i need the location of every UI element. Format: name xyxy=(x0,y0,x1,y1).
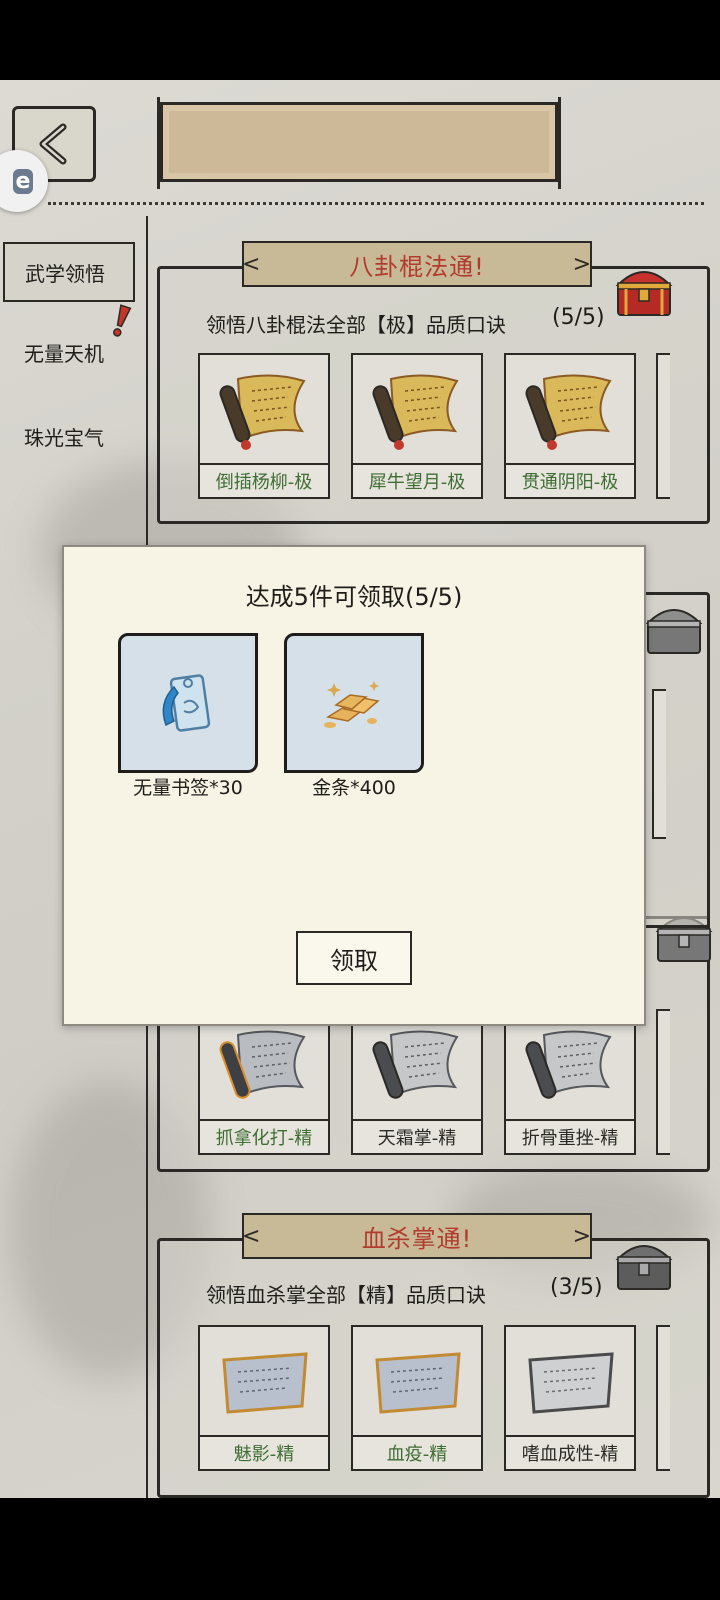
reward-claim-dialog: 达成5件可领取(5/5) 无量书签*30 金条*400 领取 xyxy=(62,545,646,1026)
reward-item-partial xyxy=(652,689,666,839)
grey-scroll-icon xyxy=(525,1030,612,1099)
grey-scroll-icon xyxy=(372,1030,459,1099)
sidebar-item-infinite-secrets[interactable]: 无量天机 xyxy=(0,322,140,382)
reward-item-label: 折骨重挫-精 xyxy=(506,1119,634,1153)
reward-slot[interactable] xyxy=(284,633,424,773)
header-divider xyxy=(48,202,704,205)
reward-name: 金条*400 xyxy=(312,777,396,799)
golden-scroll-icon xyxy=(219,374,306,450)
reward-name: 无量书签*30 xyxy=(133,777,243,799)
reward-item-partial xyxy=(656,1009,670,1155)
reward-item-card[interactable]: 天霜掌-精 xyxy=(351,1009,483,1155)
grey-treasure-chest-icon[interactable] xyxy=(642,599,706,657)
card-title: 血杀掌通! xyxy=(361,1224,473,1253)
title-banner xyxy=(157,97,561,189)
card-description: 领悟血杀掌全部【精】品质口诀 xyxy=(206,1283,486,1307)
sidebar-item-label: 武学领悟 xyxy=(25,261,105,286)
red-treasure-chest-icon[interactable] xyxy=(612,261,676,319)
reward-item-card[interactable]: 抓拿化打-精 xyxy=(198,1009,330,1155)
reward-item-partial xyxy=(656,1325,670,1471)
card-title: 八卦棍法通! xyxy=(349,252,485,281)
sidebar-item-label: 无量天机 xyxy=(24,341,104,366)
reward-item-label: 血疫-精 xyxy=(353,1435,481,1469)
silver-tablet-icon xyxy=(222,1352,308,1414)
card-description: 领悟八卦棍法全部【极】品质口诀 xyxy=(206,313,506,337)
reward-item-label: 犀牛望月-极 xyxy=(353,463,481,497)
claim-button[interactable]: 领取 xyxy=(296,931,412,985)
reward-item-card[interactable]: 折骨重挫-精 xyxy=(504,1009,636,1155)
reward-item-label: 嗜血成性-精 xyxy=(506,1435,634,1469)
golden-scroll-icon xyxy=(372,374,459,450)
gold-bars-icon xyxy=(324,681,380,728)
reward-item-label: 倒插杨柳-极 xyxy=(200,463,328,497)
grey-treasure-chest-icon[interactable] xyxy=(612,1235,676,1293)
grey-scroll-icon xyxy=(219,1030,306,1099)
achievement-screen: e 武学领悟 无量天机 珠光宝气 < 八卦棍法通! > 领悟八卦棍法全部【极】品… xyxy=(0,80,720,1498)
reward-item-label: 贯通阴阳-极 xyxy=(506,463,634,497)
card-title-banner: < 血杀掌通! > xyxy=(242,1213,592,1259)
achievement-card: < 血杀掌通! > 领悟血杀掌全部【精】品质口诀 (3/5) 魅影-精 血疫-精… xyxy=(157,1213,710,1498)
grey-tablet-icon xyxy=(528,1352,614,1414)
sidebar-item-label: 珠光宝气 xyxy=(24,425,104,450)
jade-bookmark-icon xyxy=(162,674,211,732)
reward-item-label: 天霜掌-精 xyxy=(353,1119,481,1153)
reward-item-card[interactable]: 魅影-精 xyxy=(198,1325,330,1471)
reward-item-card[interactable]: 犀牛望月-极 xyxy=(351,353,483,499)
dialog-title: 达成5件可领取(5/5) xyxy=(245,583,463,611)
reward-item-card[interactable]: 血疫-精 xyxy=(351,1325,483,1471)
float-ball-label: e xyxy=(12,168,34,194)
silver-tablet-icon xyxy=(375,1352,461,1414)
reward-slot[interactable] xyxy=(118,633,258,773)
reward-item-label: 魅影-精 xyxy=(200,1435,328,1469)
card-progress: (3/5) xyxy=(550,1275,603,1300)
reward-item-card[interactable]: 贯通阴阳-极 xyxy=(504,353,636,499)
sidebar-item-martial-insight[interactable]: 武学领悟 xyxy=(3,242,135,302)
reward-item-partial xyxy=(656,353,670,499)
card-progress: (5/5) xyxy=(552,305,605,330)
reward-item-card[interactable]: 倒插杨柳-极 xyxy=(198,353,330,499)
reward-item-card[interactable]: 嗜血成性-精 xyxy=(504,1325,636,1471)
achievement-card-partial xyxy=(640,592,710,928)
card-title-banner: < 八卦棍法通! > xyxy=(242,241,592,287)
reward-item-label: 抓拿化打-精 xyxy=(200,1119,328,1153)
sidebar-item-treasures[interactable]: 珠光宝气 xyxy=(0,406,140,466)
golden-scroll-icon xyxy=(525,374,612,450)
achievement-card: < 八卦棍法通! > 领悟八卦棍法全部【极】品质口诀 (5/5) 倒插杨柳-极 xyxy=(157,241,710,524)
